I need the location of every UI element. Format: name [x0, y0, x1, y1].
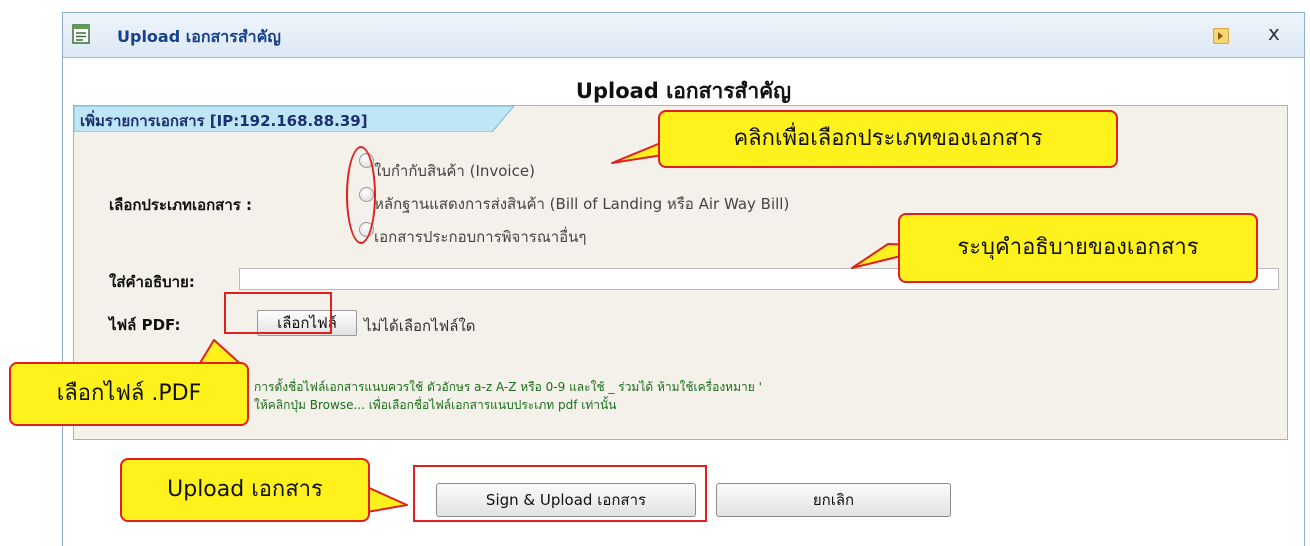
callout-description: ระบุคำอธิบายของเอกสาร: [898, 213, 1258, 283]
callout-doc-type: คลิกเพื่อเลือกประเภทของเอกสาร: [658, 110, 1118, 168]
callout-file: เลือกไฟล์ .PDF: [9, 362, 249, 426]
callout-upload: Upload เอกสาร: [120, 458, 370, 522]
